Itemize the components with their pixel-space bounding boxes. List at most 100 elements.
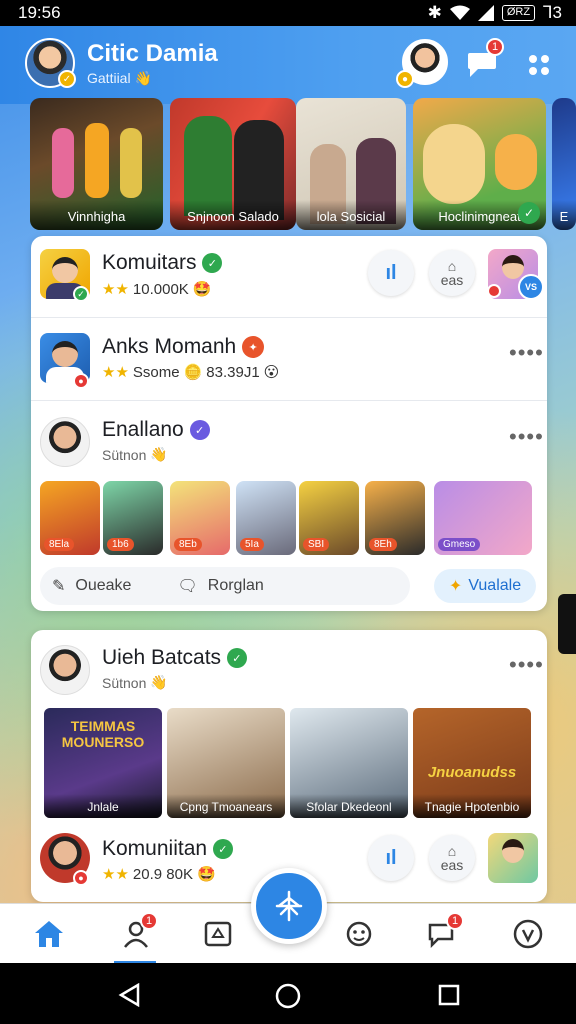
nav-profile[interactable] [510, 916, 546, 952]
bar-chart-icon: ıl [385, 846, 397, 869]
story-card[interactable]: lola Sosicial [296, 98, 406, 230]
chat-notification-badge: 1 [486, 38, 504, 56]
thumb-tag: Gmeso [438, 538, 481, 551]
avatar-face [502, 839, 524, 863]
avatar-face [52, 341, 78, 367]
story-card[interactable]: E [552, 98, 576, 230]
meta-label: Ssome [132, 363, 180, 381]
media-thumbnail[interactable]: Gmeso [434, 481, 532, 555]
comment-action[interactable]: 🗨 Rorglan [177, 576, 263, 596]
rating-stars: ★★ [102, 281, 129, 298]
media-photo[interactable]: Sfolar Dkedeonl [290, 708, 408, 818]
menu-button[interactable] [524, 50, 554, 80]
media-thumbnail[interactable]: 8Eh [365, 481, 425, 555]
more-options-button[interactable]: •••• [509, 424, 544, 450]
media-photo[interactable]: Cpng Tmoanears [167, 708, 285, 818]
more-dots-icon: •••• [509, 652, 544, 677]
story-card[interactable]: Snjnoon Salado [170, 98, 296, 230]
edge-tab[interactable] [558, 594, 576, 654]
battery-indicator: ØRZ [501, 5, 536, 21]
status-bar: 19:56 ✱ ØRZ Ꞁ3 [0, 0, 576, 26]
photo-caption: Tnagie Hpotenbio [413, 794, 531, 818]
grid-dots-icon [529, 55, 549, 75]
media-photo[interactable]: Jnuoanudss Tnagie Hpotenbio [413, 708, 531, 818]
community-name-text: Anks Momanh [102, 335, 237, 358]
ticket-icon [204, 921, 232, 947]
post-meta: Sütnon 👋 [102, 446, 168, 463]
home-circle-icon [275, 983, 301, 1009]
community-stats: ★★ Ssome 🪙 83.39J1 😮 [102, 363, 280, 382]
community-name[interactable]: Anks Momanh ✦ [102, 335, 265, 359]
member-avatar[interactable] [488, 833, 538, 883]
community-name-text: Komuniitan [102, 837, 208, 860]
app-header: ✓ Citic Damia Gattiial 👋 ● 1 [0, 26, 576, 104]
post-meta: Sütnon 👋 [102, 674, 168, 691]
media-thumbnail[interactable]: SBI [299, 481, 359, 555]
bluetooth-icon: ✱ [427, 3, 442, 22]
back-button[interactable] [118, 982, 140, 1012]
tag-button-label: eas [440, 272, 464, 288]
divider [31, 317, 547, 318]
user-avatar[interactable] [40, 417, 90, 467]
media-thumbnail[interactable]: 1b6 [103, 481, 163, 555]
create-button[interactable] [251, 868, 327, 944]
author-name: Uieh Batcats [102, 646, 222, 669]
signal-icon [477, 5, 494, 21]
more-options-button[interactable]: •••• [509, 340, 544, 366]
tag-button[interactable]: ⌂ eas [429, 250, 475, 296]
more-options-button[interactable]: •••• [509, 652, 544, 678]
recents-button[interactable] [438, 984, 460, 1011]
wave-icon: 👋 [150, 446, 168, 462]
post-author[interactable]: Enallano ✓ [102, 418, 210, 442]
emoji-icon: 🤩 [192, 281, 212, 298]
verified-icon: ✓ [189, 420, 210, 441]
media-thumbnail[interactable]: 8Ela [40, 481, 100, 555]
tag-icon: ⌂ [447, 258, 457, 274]
page-title: Citic Damia [87, 40, 218, 67]
quake-label: Oueake [75, 577, 132, 594]
bar-chart-icon: ıl [385, 261, 397, 284]
thumb-tag: 8Eh [369, 538, 397, 551]
value-label: Vualale [468, 577, 522, 594]
emoji-icon: 😮 [263, 364, 280, 381]
story-card[interactable]: Vinnhigha [30, 98, 163, 230]
live-badge-icon: ● [73, 373, 89, 389]
home-system-button[interactable] [275, 983, 301, 1014]
pencil-icon: ✎ [52, 578, 66, 595]
stats-button[interactable]: ıl [368, 835, 414, 881]
media-thumbnail[interactable]: 8Eb [170, 481, 230, 555]
community-stats: ★★ 10.000K 🤩 [102, 280, 212, 299]
community-name-text: Komuitars [102, 251, 197, 274]
post-author[interactable]: Uieh Batcats ✓ [102, 646, 247, 670]
user-avatar[interactable] [40, 645, 90, 695]
wave-icon: 👋 [150, 674, 168, 690]
poster-text: TEIMMAS MOUNERSO [61, 718, 145, 750]
nav-events[interactable] [200, 916, 236, 952]
value-button[interactable]: ✦ Vualale [434, 569, 536, 603]
stories-carousel: Vinnhigha Snjnoon Salado lola Sosicial H… [30, 98, 576, 230]
post-sub: Sütnon [102, 674, 147, 691]
back-triangle-icon [118, 982, 140, 1008]
system-nav-bar [0, 963, 576, 1024]
tag-button[interactable]: ⌂ eas [429, 835, 475, 881]
status-icons: ✱ ØRZ Ꞁ3 [428, 3, 562, 23]
wave-icon: 👋 [134, 70, 152, 86]
photo-caption: Jnlale [44, 794, 162, 818]
nav-home[interactable] [31, 916, 67, 952]
messages-notification-badge: 1 [446, 912, 464, 930]
story-label: E [552, 200, 576, 230]
media-thumbnail[interactable]: 5Ia [236, 481, 296, 555]
rating-stars: ★★ [102, 364, 129, 381]
stats-button[interactable]: ıl [368, 250, 414, 296]
coin-icon: 🪙 [183, 364, 203, 381]
community-name[interactable]: Komuniitan ✓ [102, 837, 233, 861]
more-dots-icon: •••• [509, 424, 544, 449]
media-photo[interactable]: TEIMMAS MOUNERSO Jnlale [44, 708, 162, 818]
story-card[interactable]: Hoclinimgneat ✓ [413, 98, 546, 230]
verified-icon: ✓ [73, 286, 89, 302]
thumb-tag: 8Ela [44, 538, 75, 551]
story-figure [52, 128, 74, 198]
quake-action[interactable]: ✎ Oueake [52, 576, 131, 596]
community-name[interactable]: Komuitars ✓ [102, 251, 223, 275]
nav-groups[interactable] [341, 916, 377, 952]
